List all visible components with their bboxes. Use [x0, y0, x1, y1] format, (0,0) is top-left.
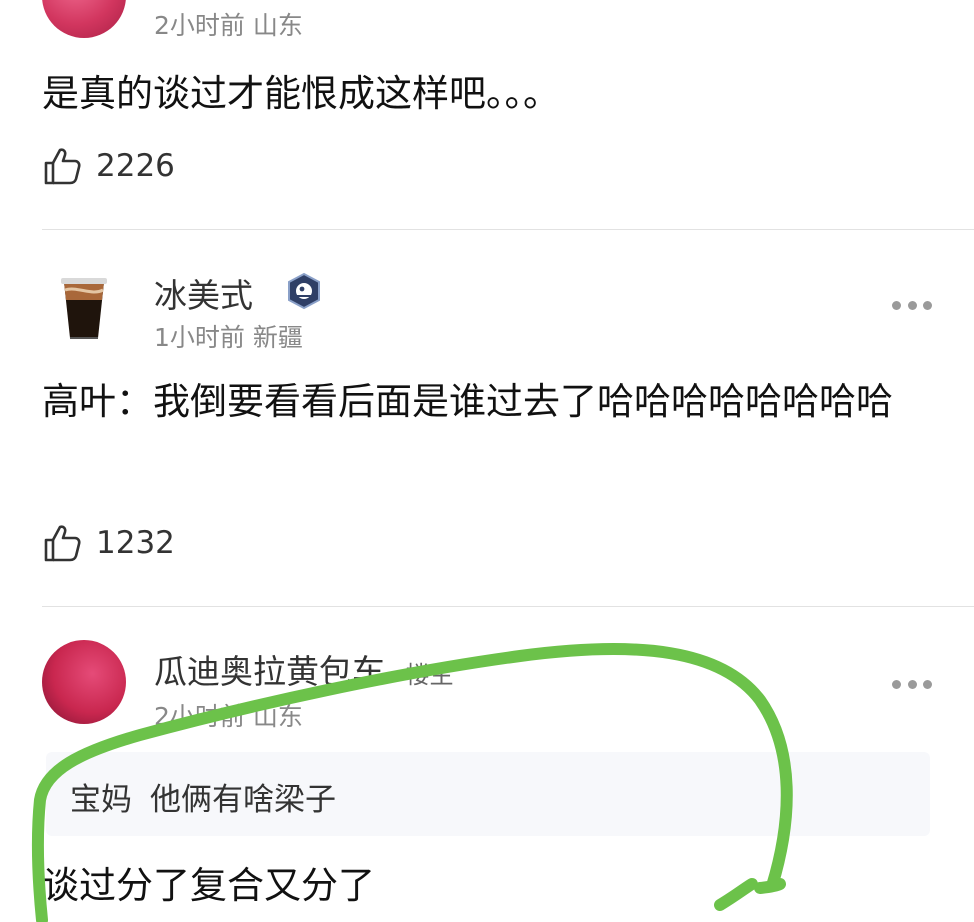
op-tag: 楼主	[405, 661, 454, 689]
thumbs-up-icon	[42, 523, 82, 563]
user-avatar[interactable]	[42, 0, 126, 38]
more-dot	[923, 679, 932, 689]
username[interactable]: 瓜迪奥拉黄包车 楼主	[154, 645, 454, 693]
thumbs-up-icon	[42, 146, 82, 186]
more-dot	[892, 300, 901, 310]
more-options-button[interactable]	[892, 298, 932, 312]
like-count: 2226	[96, 148, 175, 184]
username-text: 瓜迪奥拉黄包车	[154, 652, 385, 691]
more-dot	[907, 679, 917, 689]
comment-meta: 2小时前 山东	[154, 702, 303, 731]
comment-text: 谈过分了复合又分了	[42, 864, 375, 907]
like-count: 1232	[96, 525, 175, 561]
more-dot	[892, 679, 901, 689]
level-badge-icon	[286, 272, 322, 310]
user-avatar[interactable]	[42, 640, 126, 724]
quoted-reply: 宝妈 他俩有啥梁子	[46, 752, 930, 836]
reply-author[interactable]: 宝妈	[70, 774, 132, 819]
iced-coffee-avatar[interactable]	[42, 262, 126, 346]
comment-meta: 2小时前 山东	[154, 11, 303, 40]
like-button[interactable]: 2226	[42, 144, 175, 188]
more-options-button[interactable]	[892, 677, 932, 691]
username[interactable]: 冰美式	[154, 269, 253, 317]
comment-divider	[42, 229, 974, 230]
like-button[interactable]: 1232	[42, 521, 175, 565]
comment-text: 是真的谈过才能恨成这样吧。。。	[42, 72, 560, 115]
more-dot	[923, 300, 932, 310]
comment-text: 高叶：我倒要看看后面是谁过去了哈哈哈哈哈哈哈哈	[42, 380, 893, 423]
comment-divider	[42, 606, 974, 607]
reply-text: 他俩有啥梁子	[150, 782, 336, 818]
comment-meta: 1小时前 新疆	[154, 323, 303, 352]
more-dot	[907, 300, 917, 310]
